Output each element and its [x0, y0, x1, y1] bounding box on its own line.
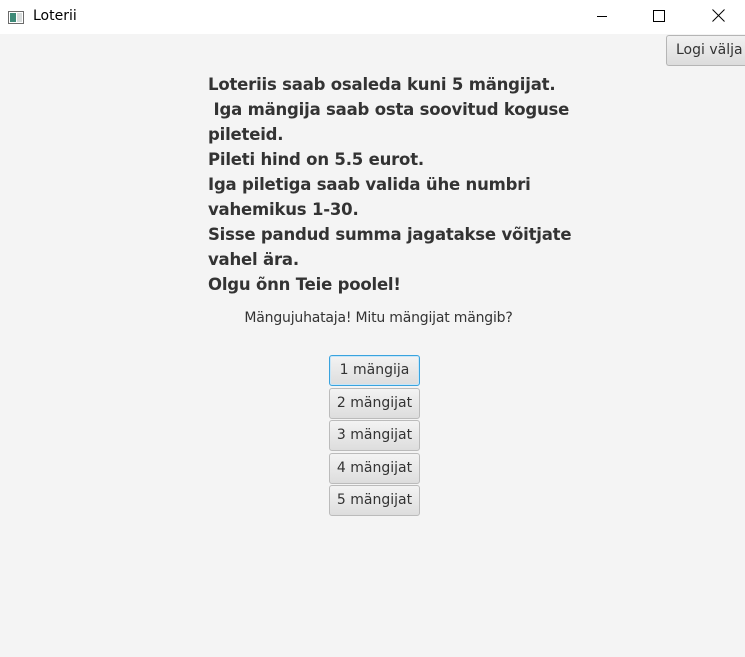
rules-line: Loteriis saab osaleda kuni 5 mängijat.	[208, 75, 556, 94]
maximize-button[interactable]	[636, 0, 682, 32]
rules-line: Pileti hind on 5.5 eurot.	[208, 150, 424, 169]
logout-button[interactable]: Logi välja	[666, 35, 745, 66]
app-icon	[8, 9, 24, 24]
five-players-button[interactable]: 5 mängijat	[329, 485, 420, 516]
two-players-button[interactable]: 2 mängijat	[329, 388, 420, 419]
rules-line: Iga piletiga saab valida ühe numbri	[208, 175, 531, 194]
close-icon	[711, 7, 725, 26]
rules-line: Olgu õnn Teie poolel!	[208, 275, 401, 294]
lottery-rules-text: Loteriis saab osaleda kuni 5 mängijat. I…	[208, 72, 572, 297]
one-player-button[interactable]: 1 mängija	[329, 355, 420, 386]
three-players-button[interactable]: 3 mängijat	[329, 420, 420, 451]
four-players-button[interactable]: 4 mängijat	[329, 453, 420, 484]
rules-line: vahel ära.	[208, 250, 299, 269]
window-title: Loterii	[33, 8, 77, 24]
rules-line: pileteid.	[208, 125, 284, 144]
player-count-prompt: Mängujuhataja! Mitu mängijat mängib?	[244, 310, 513, 326]
maximize-icon	[653, 7, 665, 26]
rules-line: Sisse pandud summa jagatakse võitjate	[208, 225, 572, 244]
close-button[interactable]	[695, 0, 741, 32]
window-titlebar: Loterii	[0, 0, 745, 34]
rules-line: vahemikus 1-30.	[208, 200, 359, 219]
rules-line: Iga mängija saab osta soovitud koguse	[208, 100, 570, 119]
minimize-button[interactable]	[579, 0, 625, 32]
minimize-icon	[596, 7, 608, 26]
